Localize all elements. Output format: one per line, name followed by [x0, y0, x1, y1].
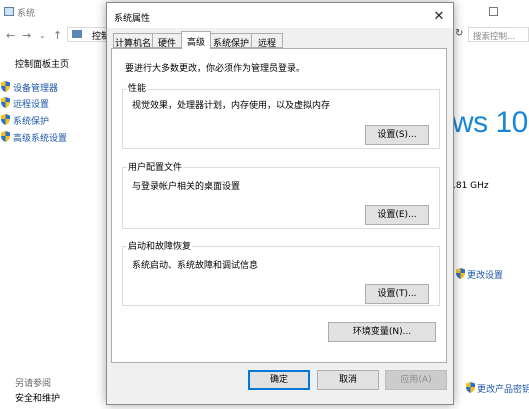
- performance-description: 视觉效果，处理器计划，内存使用，以及虚拟内存: [132, 101, 331, 111]
- cancel-button[interactable]: 取消: [317, 370, 379, 390]
- control-panel-home-link[interactable]: 控制面板主页: [15, 57, 69, 70]
- sidebar-item-advanced-settings[interactable]: 高级系统设置: [0, 130, 108, 144]
- tab-computer-name[interactable]: 计算机名: [113, 33, 153, 49]
- system-window-icon: [4, 7, 14, 16]
- sidebar-item-label: 高级系统设置: [13, 134, 68, 144]
- environment-variables-button[interactable]: 环境变量(N)...: [328, 322, 436, 342]
- ok-button[interactable]: 确定: [248, 370, 310, 390]
- background-window-title: 系统: [17, 9, 36, 19]
- sidebar-item-device-manager[interactable]: 设备管理器: [0, 80, 108, 94]
- startup-recovery-group-title: 启动和故障恢复: [127, 239, 193, 252]
- control-panel-icon: [72, 30, 82, 38]
- tab-remote[interactable]: 远程: [251, 33, 283, 49]
- change-product-key-label: 更改产品密钥: [477, 385, 529, 395]
- tab-advanced[interactable]: 高级: [181, 31, 211, 49]
- dialog-title: 系统属性: [114, 14, 151, 24]
- maximize-icon[interactable]: [489, 7, 498, 16]
- admin-note: 要进行大多数更改，你必须作为管理员登录。: [125, 64, 306, 74]
- sidebar-item-remote-settings[interactable]: 远程设置: [0, 96, 108, 110]
- shield-icon: [456, 268, 465, 279]
- sidebar-item-system-protection[interactable]: 系统保护: [0, 113, 108, 127]
- shield-icon: [1, 114, 10, 125]
- up-arrow-icon[interactable]: ↑: [53, 29, 62, 42]
- performance-settings-button[interactable]: 设置(S)...: [365, 125, 429, 145]
- user-profiles-group-title: 用户配置文件: [127, 160, 184, 173]
- startup-recovery-settings-button[interactable]: 设置(T)...: [365, 284, 429, 304]
- history-chevron-icon[interactable]: ⌄: [39, 31, 46, 40]
- security-maintenance-link[interactable]: 安全和维护: [15, 391, 60, 404]
- change-settings-label: 更改设置: [467, 271, 504, 281]
- user-profiles-settings-button[interactable]: 设置(E)...: [365, 205, 429, 225]
- shield-icon: [1, 81, 10, 92]
- shield-icon: [466, 382, 475, 393]
- windows-logo-text: ws 10: [452, 106, 528, 139]
- forward-arrow-icon[interactable]: →: [22, 29, 31, 42]
- tab-hardware[interactable]: 硬件: [152, 33, 182, 49]
- shield-icon: [1, 97, 10, 108]
- apply-button[interactable]: 应用(A): [385, 370, 447, 390]
- back-arrow-icon[interactable]: ←: [6, 29, 15, 42]
- search-input[interactable]: 搜索控制...: [468, 27, 529, 42]
- performance-group-title: 性能: [127, 81, 148, 94]
- tab-system-protection[interactable]: 系统保护: [210, 33, 252, 49]
- dialog-titlebar[interactable]: 系统属性 ✕: [107, 3, 453, 28]
- startup-recovery-description: 系统启动、系统故障和调试信息: [132, 261, 259, 271]
- close-icon[interactable]: ✕: [427, 7, 451, 27]
- user-profiles-description: 与登录帐户相关的桌面设置: [132, 182, 241, 192]
- cpu-speed: .81 GHz: [453, 181, 489, 191]
- advanced-tab-panel: 要进行大多数更改，你必须作为管理员登录。 性能 视觉效果，处理器计划，内存使用，…: [111, 48, 447, 363]
- system-properties-dialog: 系统属性 ✕ 计算机名 硬件 高级 系统保护 远程 要进行大多数更改，你必须作为…: [106, 2, 454, 405]
- refresh-icon[interactable]: ↻: [455, 28, 463, 39]
- sidebar-item-label: 设备管理器: [13, 84, 59, 94]
- sidebar-item-label: 远程设置: [13, 100, 50, 110]
- see-also-heading: 另请参阅: [15, 379, 52, 389]
- sidebar-item-label: 系统保护: [13, 117, 50, 127]
- shield-icon: [1, 131, 10, 142]
